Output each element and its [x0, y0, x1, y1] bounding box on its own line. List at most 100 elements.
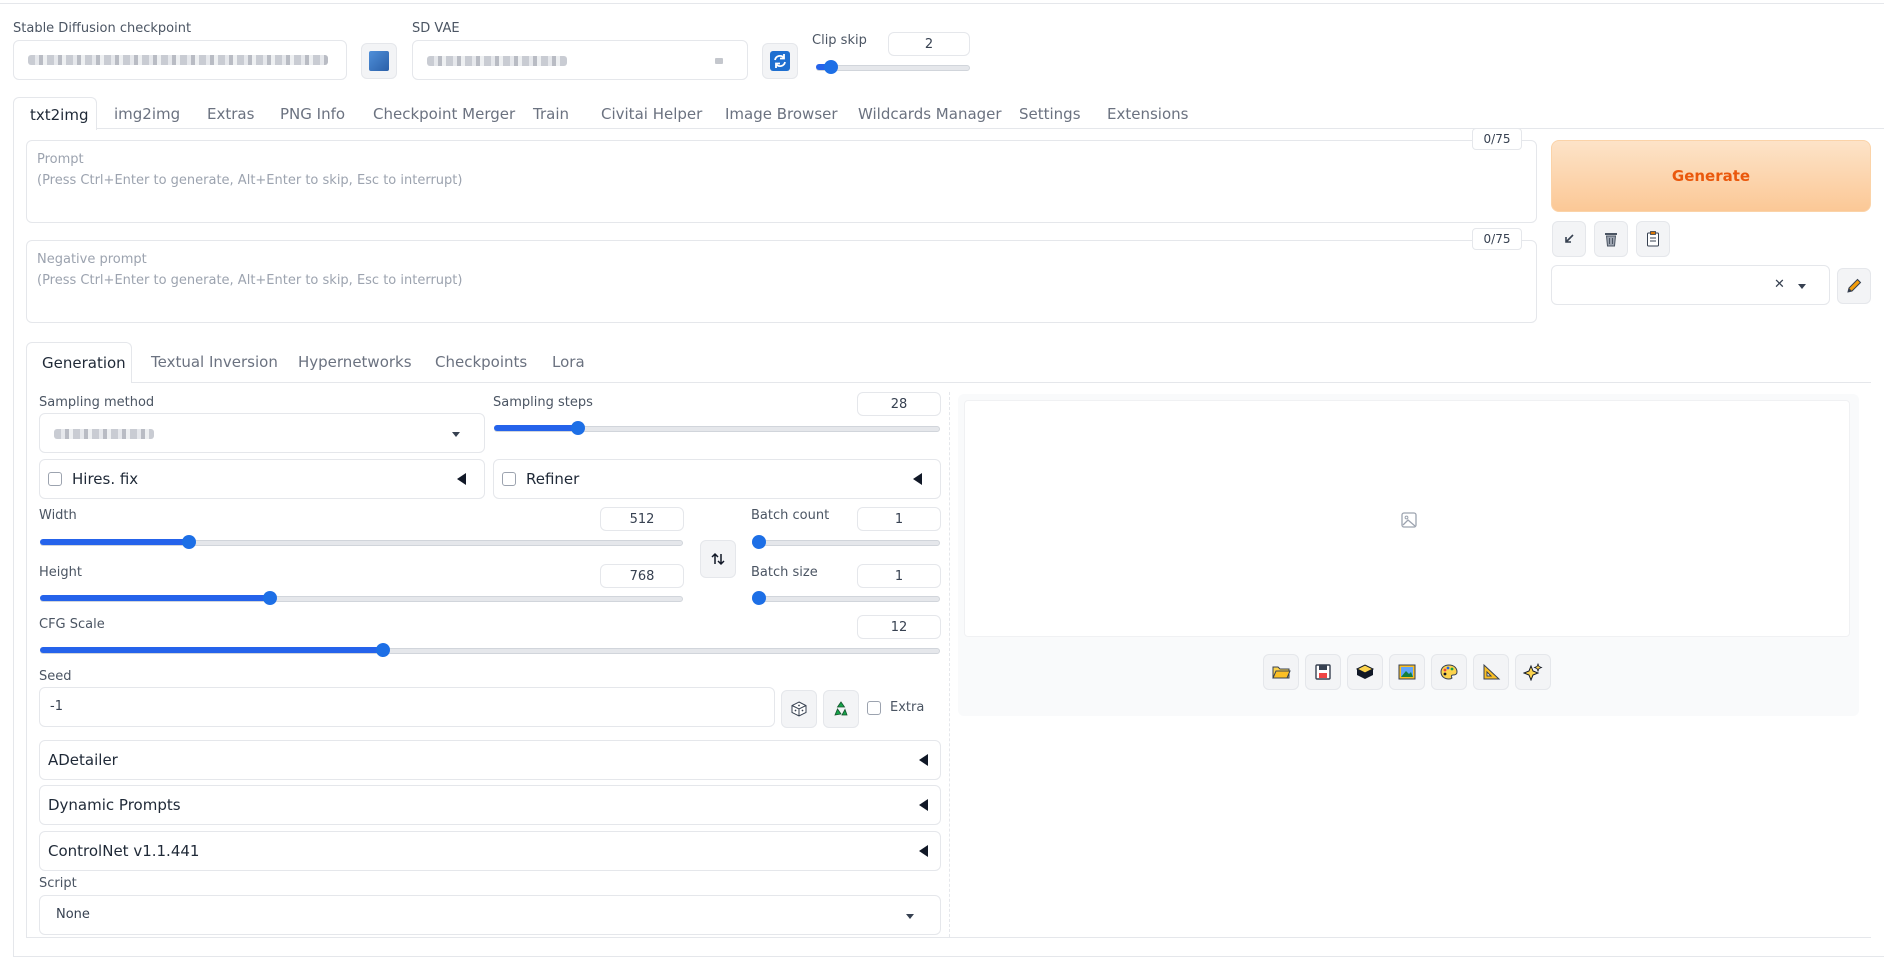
- hires-fix-collapse-icon: [457, 473, 466, 485]
- seed-label: Seed: [39, 669, 72, 684]
- cfg-scale-slider[interactable]: [40, 643, 940, 657]
- hires-fix-label: Hires. fix: [72, 470, 139, 488]
- save-button[interactable]: [1305, 654, 1341, 690]
- dynamic-prompts-collapse-icon: [919, 799, 928, 811]
- subtab-checkpoints[interactable]: Checkpoints: [435, 353, 527, 371]
- styles-chevron-down-icon: [1798, 284, 1806, 289]
- batch-count-label: Batch count: [751, 508, 830, 523]
- output-image-area: [964, 400, 1850, 637]
- batch-size-slider[interactable]: [752, 591, 940, 605]
- hires-fix-checkbox[interactable]: [48, 472, 62, 486]
- open-folder-button[interactable]: [1263, 654, 1299, 690]
- adetailer-accordion[interactable]: ADetailer: [39, 740, 941, 780]
- controlnet-accordion[interactable]: ControlNet v1.1.441: [39, 831, 941, 871]
- clip-skip-slider-handle[interactable]: [824, 60, 838, 74]
- send-to-inpaint-button[interactable]: [1431, 654, 1467, 690]
- sampling-steps-label: Sampling steps: [493, 395, 593, 410]
- subtab-generation-label: Generation: [42, 354, 126, 372]
- styles-dropdown[interactable]: ✕: [1551, 265, 1830, 305]
- swap-vertical-icon: [711, 552, 725, 566]
- clear-styles-icon[interactable]: ✕: [1774, 277, 1785, 292]
- refresh-icon: [770, 51, 790, 71]
- upscale-button[interactable]: [1515, 654, 1551, 690]
- clip-skip-input[interactable]: 2: [888, 32, 970, 56]
- tab-extensions[interactable]: Extensions: [1107, 105, 1188, 123]
- script-dropdown[interactable]: None: [39, 895, 941, 935]
- seed-input[interactable]: -1: [39, 687, 775, 727]
- top-border: [0, 3, 1884, 4]
- read-params-button[interactable]: [1552, 221, 1586, 257]
- seed-extra-checkbox[interactable]: [867, 701, 881, 715]
- sampling-method-label: Sampling method: [39, 395, 155, 410]
- batch-size-input[interactable]: 1: [857, 564, 941, 588]
- controlnet-collapse-icon: [919, 845, 928, 857]
- swap-dimensions-button[interactable]: [700, 540, 736, 578]
- tab-png-info[interactable]: PNG Info: [280, 105, 345, 123]
- dynamic-prompts-accordion[interactable]: Dynamic Prompts: [39, 785, 941, 825]
- refiner-accordion[interactable]: Refiner: [493, 459, 941, 499]
- send-to-img2img-button[interactable]: [1389, 654, 1425, 690]
- tab-civitai-helper[interactable]: Civitai Helper: [601, 105, 702, 123]
- tab-settings[interactable]: Settings: [1019, 105, 1081, 123]
- cfg-scale-input[interactable]: 12: [857, 615, 941, 639]
- clear-prompt-button[interactable]: [1594, 221, 1628, 257]
- seed-value: -1: [50, 699, 63, 714]
- send-to-extras-button[interactable]: [1473, 654, 1509, 690]
- trash-icon: [1605, 233, 1617, 247]
- sampling-steps-input[interactable]: 28: [857, 392, 941, 416]
- batch-count-slider-handle[interactable]: [752, 535, 766, 549]
- tab-txt2img-label: txt2img: [30, 106, 89, 124]
- tab-train[interactable]: Train: [533, 105, 569, 123]
- blue-square-icon: [369, 51, 389, 71]
- sampling-method-value-redacted: [54, 429, 154, 439]
- clip-skip-slider[interactable]: [816, 60, 970, 74]
- refiner-checkbox[interactable]: [502, 472, 516, 486]
- random-seed-button[interactable]: [781, 690, 817, 728]
- reuse-seed-button[interactable]: [823, 690, 859, 728]
- width-slider-handle[interactable]: [182, 535, 196, 549]
- recycle-icon: [834, 701, 848, 716]
- height-slider-handle[interactable]: [263, 591, 277, 605]
- cfg-scale-slider-handle[interactable]: [376, 643, 390, 657]
- width-input[interactable]: 512: [600, 507, 684, 531]
- edit-styles-button[interactable]: [1837, 268, 1871, 304]
- artist-palette-icon: [1440, 664, 1458, 680]
- sampling-method-dropdown[interactable]: [39, 413, 485, 453]
- archive-box-icon: [1355, 664, 1375, 679]
- cfg-scale-label: CFG Scale: [39, 617, 105, 632]
- refiner-collapse-icon: [913, 473, 922, 485]
- hires-fix-accordion[interactable]: Hires. fix: [39, 459, 485, 499]
- checkpoint-refresh-button[interactable]: [361, 43, 397, 79]
- tab-wildcards-manager[interactable]: Wildcards Manager: [858, 105, 1002, 123]
- subtab-textual-inversion[interactable]: Textual Inversion: [151, 353, 278, 371]
- vae-dropdown[interactable]: [412, 40, 748, 80]
- controlnet-label: ControlNet v1.1.441: [48, 842, 200, 860]
- zip-button[interactable]: [1347, 654, 1383, 690]
- tab-checkpoint-merger[interactable]: Checkpoint Merger: [373, 105, 515, 123]
- sampling-steps-slider[interactable]: [494, 421, 940, 435]
- sparkles-icon: [1523, 663, 1543, 681]
- column-divider: [949, 392, 950, 937]
- sampling-steps-slider-handle[interactable]: [571, 421, 585, 435]
- batch-count-input[interactable]: 1: [857, 507, 941, 531]
- tab-image-browser[interactable]: Image Browser: [725, 105, 838, 123]
- prompt-textarea[interactable]: Prompt (Press Ctrl+Enter to generate, Al…: [26, 140, 1537, 223]
- negative-prompt-textarea[interactable]: Negative prompt (Press Ctrl+Enter to gen…: [26, 240, 1537, 323]
- generate-button[interactable]: Generate: [1551, 140, 1871, 212]
- subtab-hypernetworks[interactable]: Hypernetworks: [298, 353, 412, 371]
- tab-extras[interactable]: Extras: [207, 105, 254, 123]
- width-slider[interactable]: [40, 535, 683, 549]
- height-input[interactable]: 768: [600, 564, 684, 588]
- checkpoint-dropdown[interactable]: [13, 40, 347, 80]
- tab-img2img[interactable]: img2img: [114, 105, 180, 123]
- generation-panel-bottom-border: [26, 937, 1871, 938]
- tab-txt2img[interactable]: txt2img: [13, 97, 97, 130]
- vae-refresh-button[interactable]: [762, 43, 798, 79]
- seed-extra-label: Extra: [890, 700, 925, 715]
- subtab-lora[interactable]: Lora: [552, 353, 585, 371]
- batch-count-slider[interactable]: [752, 535, 940, 549]
- apply-style-button[interactable]: [1636, 221, 1670, 257]
- height-slider[interactable]: [40, 591, 683, 605]
- subtab-generation[interactable]: Generation: [26, 342, 132, 383]
- batch-size-slider-handle[interactable]: [752, 591, 766, 605]
